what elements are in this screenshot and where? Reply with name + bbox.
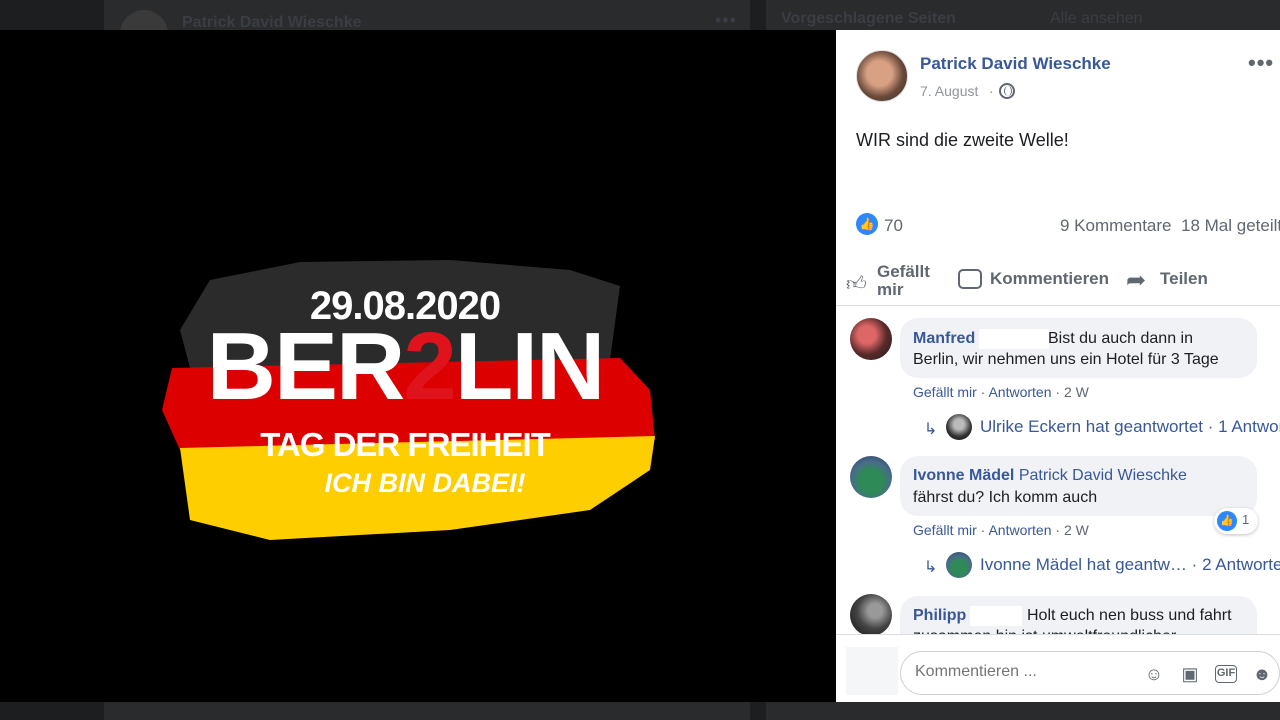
emoji-icon[interactable]: ☺ bbox=[1143, 663, 1165, 685]
redaction-block bbox=[979, 329, 1050, 349]
like-count[interactable]: 70 bbox=[884, 216, 903, 236]
view-replies-link[interactable]: Ivonne Mädel hat geantw… · 2 Antworten bbox=[980, 555, 1280, 575]
globe-icon bbox=[999, 83, 1015, 99]
redaction-block bbox=[970, 606, 1023, 626]
screen: Patrick David Wieschke ••• Vorgeschlagen… bbox=[0, 0, 1280, 720]
composer-avatar bbox=[846, 647, 898, 695]
like-button[interactable]: 👍︎ Gefällt mir bbox=[846, 263, 946, 299]
reply-arrow-icon: ↳ bbox=[924, 421, 938, 438]
share-button[interactable]: ➦ Teilen bbox=[1126, 266, 1236, 296]
comment-input-box[interactable]: ☺ ▣ GIF ☻ bbox=[900, 651, 1280, 695]
commenter-avatar[interactable] bbox=[850, 318, 892, 360]
post-date[interactable]: 7. August bbox=[920, 83, 978, 99]
background-more-icon: ••• bbox=[715, 10, 737, 30]
commenter-name[interactable]: Philipp bbox=[913, 606, 1023, 626]
like-reaction-icon[interactable]: 👍 bbox=[856, 213, 878, 235]
comment-text-line: Bist du auch dann in bbox=[1048, 330, 1193, 347]
action-bar: 👍︎ Gefällt mir Kommentieren ➦ Teilen bbox=[836, 256, 1280, 306]
author-name[interactable]: Patrick David Wieschke bbox=[920, 54, 1111, 74]
share-button-label: Teilen bbox=[1160, 269, 1208, 288]
poster-subline: ICH BIN DABEI! bbox=[324, 468, 526, 498]
sticker-icon[interactable]: ☻ bbox=[1251, 663, 1273, 685]
post-text: WIR sind die zweite Welle! bbox=[856, 130, 1069, 150]
poster-tagline: TAG DER FREIHEIT bbox=[260, 426, 551, 463]
post-date-separator: · bbox=[989, 83, 994, 99]
view-replies-link[interactable]: Ulrike Eckern hat geantwortet · 1 Antwor… bbox=[980, 417, 1280, 437]
share-count[interactable]: 18 Mal geteilt bbox=[1181, 216, 1280, 236]
background-sidebar-title: Vorgeschlagene Seiten bbox=[781, 10, 956, 27]
thumbs-up-icon: 👍︎ bbox=[846, 273, 867, 295]
more-options-icon[interactable]: ••• bbox=[1248, 50, 1274, 76]
author-avatar[interactable] bbox=[856, 50, 908, 102]
comment-mention[interactable]: Patrick David Wieschke bbox=[1019, 467, 1187, 484]
comment-reply-link[interactable]: Antworten bbox=[988, 384, 1051, 400]
comment-icon bbox=[958, 269, 982, 289]
comment-meta: Gefällt mir · Antworten · 2 W bbox=[913, 522, 1089, 538]
comment-text-line: fährst du? Ich komm auch bbox=[913, 489, 1098, 506]
reply-avatar[interactable] bbox=[946, 552, 972, 578]
comment-composer: ☺ ▣ GIF ☻ bbox=[836, 634, 1280, 702]
commenter-name[interactable]: Ivonne Mädel Patrick David Wieschke bbox=[913, 467, 1187, 485]
commenter-name[interactable]: Manfred bbox=[913, 329, 1050, 349]
comment-meta: Gefällt mir · Antworten · 2 W bbox=[913, 384, 1089, 400]
event-poster-image: 29.08.2020 BER2LIN TAG DER FREIHEIT ICH … bbox=[150, 240, 670, 560]
post-side-panel: Patrick David Wieschke 7. August · ••• W… bbox=[836, 30, 1280, 702]
comment-button-label: Kommentieren bbox=[990, 269, 1110, 288]
reply-arrow-icon: ↳ bbox=[924, 559, 938, 576]
reaction-count: 1 bbox=[1242, 512, 1250, 527]
like-reaction-icon: 👍 bbox=[1217, 511, 1237, 531]
comment-like-link[interactable]: Gefällt mir bbox=[913, 522, 977, 538]
share-arrow-icon: ➦ bbox=[1126, 267, 1147, 294]
comment-text-line: Berlin, wir nehmen uns ein Hotel für 3 T… bbox=[913, 351, 1219, 368]
poster-city: BER2LIN bbox=[206, 313, 606, 420]
reply-avatar[interactable] bbox=[946, 414, 972, 440]
background-bottom-card bbox=[104, 702, 750, 720]
background-sidebar-link: Alle ansehen bbox=[1050, 10, 1143, 27]
comment-age: 2 W bbox=[1063, 384, 1089, 400]
commenter-avatar[interactable] bbox=[850, 594, 892, 636]
photo-viewer[interactable]: 29.08.2020 BER2LIN TAG DER FREIHEIT ICH … bbox=[0, 30, 836, 702]
comment-reply-link[interactable]: Antworten bbox=[988, 522, 1051, 538]
camera-icon[interactable]: ▣ bbox=[1179, 663, 1201, 685]
like-button-label: Gefällt mir bbox=[877, 262, 930, 299]
gif-icon[interactable]: GIF bbox=[1215, 665, 1237, 683]
comment-like-link[interactable]: Gefällt mir bbox=[913, 384, 977, 400]
background-bottom-card-right bbox=[766, 702, 1280, 720]
comment-text-line: Holt euch nen buss und fahrt bbox=[1027, 607, 1232, 624]
comment-input[interactable] bbox=[915, 663, 1115, 681]
comment-count[interactable]: 9 Kommentare bbox=[1060, 216, 1172, 236]
comment-reaction-pill[interactable]: 👍 1 bbox=[1214, 508, 1258, 534]
comment-age: 2 W bbox=[1063, 522, 1089, 538]
comment-button[interactable]: Kommentieren bbox=[958, 266, 1118, 296]
commenter-avatar[interactable] bbox=[850, 456, 892, 498]
